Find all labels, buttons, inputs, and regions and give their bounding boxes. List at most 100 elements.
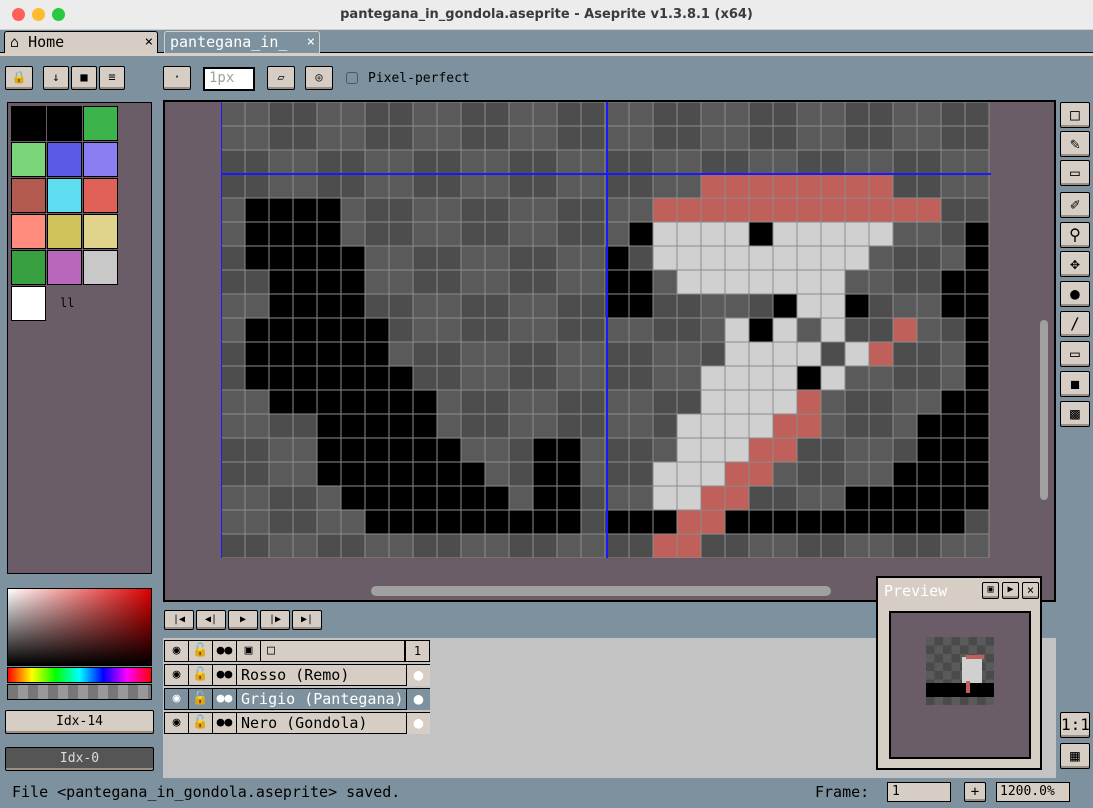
palette-swatch[interactable] (11, 250, 46, 285)
layer-icon[interactable]: ■ (71, 66, 97, 90)
move-icon[interactable]: ✥ (1060, 251, 1090, 277)
tab-home[interactable]: ⌂ Home × (4, 31, 158, 53)
play-icon[interactable]: ▶ (228, 610, 258, 630)
palette-swatch[interactable] (11, 142, 46, 177)
rectangle-icon[interactable]: ▭ (1060, 341, 1090, 367)
background-pixel (533, 366, 557, 390)
brush-type-icon[interactable]: · (163, 66, 191, 90)
last-frame-icon[interactable]: ▶| (292, 610, 322, 630)
background-pixel (917, 102, 941, 126)
menu-icon[interactable]: ≡ (99, 66, 125, 90)
layer-lock-icon[interactable]: 🔓 (189, 665, 213, 686)
palette-swatch[interactable] (11, 286, 46, 321)
bg-color-button[interactable]: Idx-0 (5, 747, 154, 771)
onion-skin-icon[interactable]: □ (261, 641, 281, 662)
brush-size-input[interactable]: 1px (203, 67, 255, 91)
ink-icon[interactable]: ▱ (267, 66, 295, 90)
palette-swatch[interactable] (83, 142, 118, 177)
zoom-input[interactable]: 1200.0% (996, 782, 1070, 802)
layer-continuous-icon[interactable]: ●● (213, 689, 237, 710)
next-frame-icon[interactable]: |▶ (260, 610, 290, 630)
background-pixel (797, 318, 821, 342)
first-frame-icon[interactable]: |◀ (164, 610, 194, 630)
palette-swatch[interactable] (83, 214, 118, 249)
eye-icon[interactable]: ◉ (165, 641, 189, 662)
palette-swatch[interactable] (11, 106, 46, 141)
palette-swatch[interactable] (11, 214, 46, 249)
spray-icon[interactable]: ◎ (305, 66, 333, 90)
layer-eye-icon[interactable]: ◉ (165, 689, 189, 710)
vertical-scrollbar[interactable] (1040, 320, 1048, 500)
preview-center-icon[interactable]: ▣ (982, 582, 999, 599)
pixel-perfect-checkbox[interactable] (346, 72, 358, 84)
eraser-icon[interactable]: ▭ (1060, 160, 1090, 186)
palette-swatch[interactable] (47, 178, 82, 213)
blur-icon[interactable]: ◼ (1060, 371, 1090, 397)
layer-row-nero[interactable]: ◉ 🔓 ●● Nero (Gondola) ● (164, 712, 430, 734)
palette-swatch[interactable] (83, 250, 118, 285)
layer-lock-icon[interactable]: 🔓 (189, 689, 213, 710)
arrow-down-icon[interactable]: ↓ (43, 66, 69, 90)
horizontal-scrollbar[interactable] (371, 586, 831, 596)
background-pixel (413, 174, 437, 198)
palette-swatch[interactable] (83, 178, 118, 213)
palette-swatch[interactable] (11, 178, 46, 213)
palette-swatch[interactable] (47, 106, 82, 141)
layer-tree-icon[interactable]: ▣ (237, 641, 261, 662)
preview-window[interactable]: Preview ▣ ▶ × (876, 576, 1042, 770)
palette-swatch[interactable] (83, 106, 118, 141)
palette-swatch[interactable] (47, 214, 82, 249)
background-pixel (293, 174, 317, 198)
timeline-toggle-icon[interactable]: ▦ (1060, 743, 1090, 769)
background-pixel (221, 198, 245, 222)
cel-icon[interactable]: ● (406, 665, 430, 686)
eyedropper-icon[interactable]: ✐ (1060, 192, 1090, 218)
tab-home-close-icon[interactable]: × (145, 32, 153, 53)
tab-pantegana-close-icon[interactable]: × (307, 32, 315, 53)
preview-pixel (985, 671, 994, 680)
padlock-icon[interactable]: 🔓 (189, 641, 213, 662)
filters-icon[interactable]: ▩ (1060, 401, 1090, 427)
lock-icon[interactable]: 🔒 (5, 66, 33, 90)
background-pixel (725, 102, 749, 126)
color-picker[interactable] (7, 588, 152, 666)
hue-slider[interactable] (7, 667, 152, 683)
sprite-pixel (653, 222, 677, 246)
palette-swatch[interactable] (47, 250, 82, 285)
fg-color-button[interactable]: Idx-14 (5, 710, 154, 734)
layer-continuous-icon[interactable]: ●● (213, 665, 237, 686)
add-frame-button[interactable]: + (964, 782, 986, 802)
background-pixel (533, 174, 557, 198)
background-pixel (653, 270, 677, 294)
layer-row-rosso[interactable]: ◉ 🔓 ●● Rosso (Remo) ● (164, 664, 430, 686)
layer-lock-icon[interactable]: 🔓 (189, 713, 213, 734)
background-pixel (581, 126, 605, 150)
layer-row-grigio[interactable]: ◉ 🔓 ●● Grigio (Pantegana) ● (164, 688, 430, 710)
sprite-canvas[interactable] (221, 102, 991, 558)
background-pixel (245, 150, 269, 174)
palette-swatch[interactable] (47, 142, 82, 177)
prev-frame-icon[interactable]: ◀| (196, 610, 226, 630)
pencil-icon[interactable]: ✎ (1060, 131, 1090, 157)
preview-pixel (985, 696, 994, 705)
cel-icon[interactable]: ● (406, 689, 430, 710)
alpha-slider[interactable] (7, 684, 152, 700)
layer-continuous-icon[interactable]: ●● (213, 713, 237, 734)
marquee-icon[interactable]: □ (1060, 102, 1090, 128)
line-icon[interactable]: ∕ (1060, 311, 1090, 337)
zoom-icon[interactable]: ⚲ (1060, 222, 1090, 248)
continuous-icon[interactable]: ●● (213, 641, 237, 662)
layer-eye-icon[interactable]: ◉ (165, 665, 189, 686)
background-pixel (221, 222, 245, 246)
frame-input[interactable]: 1 (887, 782, 951, 802)
tab-pantegana[interactable]: pantegana_in_ × (164, 31, 320, 53)
fill-icon[interactable]: ● (1060, 281, 1090, 307)
frame-header[interactable]: 1 (405, 640, 430, 662)
preview-close-icon[interactable]: × (1022, 582, 1039, 599)
background-pixel (797, 534, 821, 558)
preview-play-icon[interactable]: ▶ (1002, 582, 1019, 599)
layer-eye-icon[interactable]: ◉ (165, 713, 189, 734)
background-pixel (389, 222, 413, 246)
cel-icon[interactable]: ● (406, 713, 430, 734)
zoom-1-1-button[interactable]: 1:1 (1060, 712, 1090, 738)
